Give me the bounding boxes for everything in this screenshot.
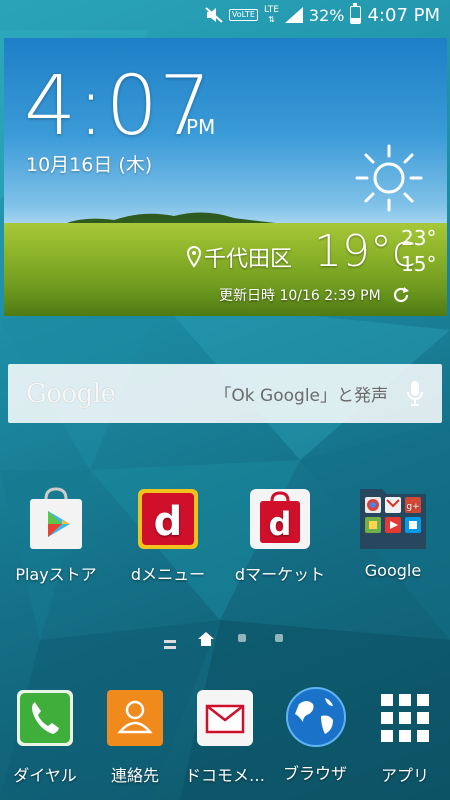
dock-apps[interactable]: アプリ: [360, 688, 450, 786]
volte-icon: VoLTE: [228, 9, 258, 21]
page-indicator[interactable]: [0, 631, 450, 649]
search-hint: 「Ok Google」と発声: [214, 386, 388, 406]
app-google-folder[interactable]: g+ Google: [343, 481, 443, 580]
home-page-icon[interactable]: [198, 631, 214, 650]
app-play-store[interactable]: Playストア: [6, 487, 106, 585]
status-time: 4:07 PM: [367, 4, 440, 26]
refresh-icon[interactable]: [391, 285, 411, 305]
mute-icon: [205, 7, 223, 23]
app-label: Playストア: [15, 565, 97, 584]
d-menu-icon: d: [136, 487, 200, 551]
sun-icon: [355, 144, 423, 212]
dock-browser[interactable]: ブラウザ: [270, 686, 360, 784]
widget-date: 10月16日 (木): [26, 154, 153, 176]
lte-icon: LTE ⇅: [263, 5, 279, 25]
page-dot[interactable]: [275, 634, 283, 642]
dock-label: ブラウザ: [282, 764, 347, 783]
widget-ampm: PM: [186, 115, 216, 139]
battery-percent: 32%: [308, 5, 345, 25]
contacts-icon: [105, 688, 165, 748]
dock-label: ダイヤル: [13, 766, 77, 785]
app-d-menu[interactable]: d dメニュー: [118, 487, 218, 585]
svg-text:d: d: [269, 505, 292, 543]
signal-icon: [284, 7, 303, 23]
svg-text:g+: g+: [406, 502, 419, 512]
apps-grid-icon: [375, 688, 435, 748]
location-label: 千代田区: [204, 247, 293, 272]
widget-updated: 更新日時 10/16 2:39 PM: [219, 285, 411, 305]
app-label: dメニュー: [130, 565, 206, 584]
battery-icon: [350, 3, 362, 24]
updated-label: 更新日時 10/16 2:39 PM: [219, 288, 381, 304]
widget-high-temp: 23°: [401, 226, 437, 250]
dock-contacts[interactable]: 連絡先: [90, 688, 180, 786]
dock-label: アプリ: [380, 766, 429, 785]
app-d-market[interactable]: d dマーケット: [230, 487, 330, 585]
dock-dial[interactable]: ダイヤル: [0, 688, 90, 786]
app-label: dマーケット: [234, 565, 326, 584]
google-folder-icon: g+: [358, 481, 428, 551]
dock-docomo-mail[interactable]: ドコモメ…: [180, 688, 270, 786]
dock-label: 連絡先: [110, 766, 159, 785]
play-store-icon: [24, 487, 88, 551]
mail-icon: [195, 688, 255, 748]
app-label: Google: [364, 561, 422, 580]
widget-clock: 4:07: [24, 59, 213, 154]
status-bar: VoLTE LTE ⇅ 32% 4:07 PM: [0, 0, 450, 30]
dock-label: ドコモメ…: [184, 766, 265, 785]
google-logo: Google: [26, 378, 116, 409]
page-dot[interactable]: [238, 634, 246, 642]
location-pin-icon: [187, 246, 201, 268]
google-search-bar[interactable]: Google 「Ok Google」と発声: [8, 364, 442, 423]
svg-text:d: d: [154, 499, 183, 545]
phone-icon: [15, 688, 75, 748]
menu-lines-icon[interactable]: [164, 634, 176, 653]
d-market-icon: d: [248, 487, 312, 551]
widget-low-temp: 15°: [401, 252, 437, 276]
clock-weather-widget[interactable]: 4:07 PM 10月16日 (木) 千代田区 19°c 23° 15° 更新日…: [4, 38, 447, 316]
browser-globe-icon: [285, 686, 346, 747]
widget-location: 千代田区: [187, 241, 292, 273]
microphone-icon[interactable]: [406, 379, 424, 409]
